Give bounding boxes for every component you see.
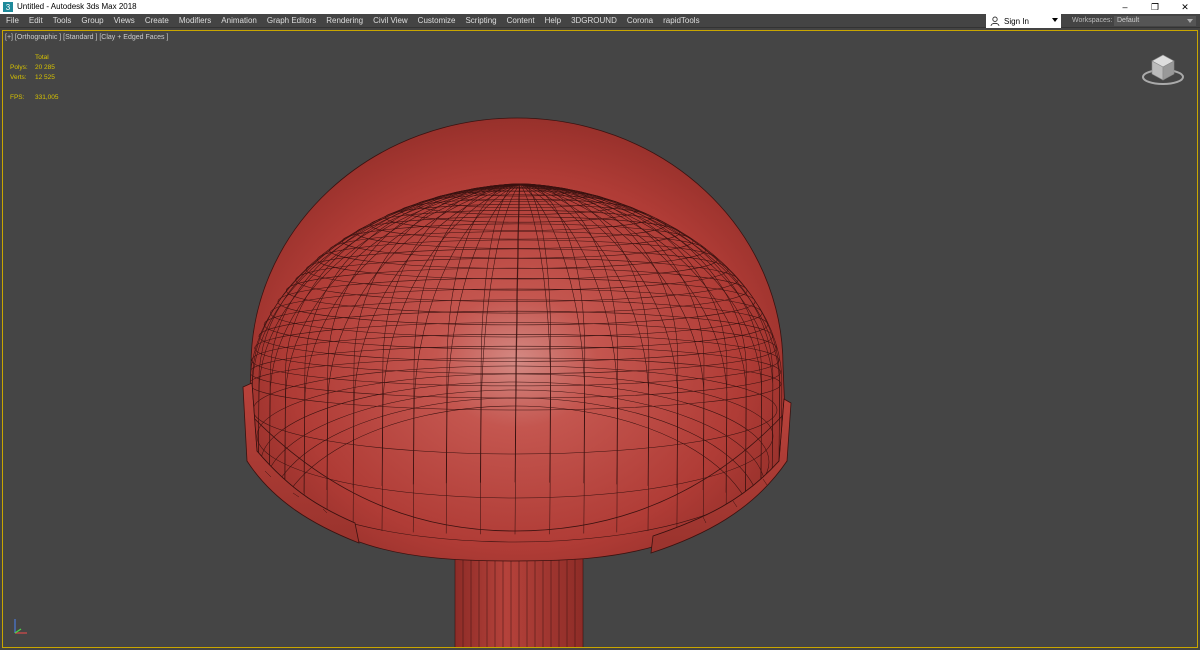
menu-views[interactable]: Views	[109, 14, 140, 28]
sign-in-button[interactable]: Sign In	[986, 14, 1061, 28]
menu-rendering[interactable]: Rendering	[321, 14, 368, 28]
user-icon	[990, 16, 1000, 26]
verts-label: Verts:	[10, 74, 27, 81]
minimize-button[interactable]: –	[1110, 0, 1140, 14]
verts-value: 12 525	[35, 74, 55, 81]
menu-scripting[interactable]: Scripting	[460, 14, 501, 28]
viewport-label[interactable]: [+] [Orthographic ] [Standard ] [Clay + …	[5, 34, 168, 41]
main-menu: File Edit Tools Group Views Create Modif…	[0, 14, 705, 28]
stem-mesh[interactable]	[454, 550, 584, 648]
menu-civil-view[interactable]: Civil View	[368, 14, 413, 28]
workspaces-value: Default	[1117, 17, 1140, 24]
axis-tripod-icon	[14, 619, 27, 634]
menu-content[interactable]: Content	[502, 14, 540, 28]
menu-help[interactable]: Help	[540, 14, 566, 28]
3dsmax-app-icon[interactable]: 3	[3, 2, 13, 12]
workspaces-label: Workspaces:	[1072, 17, 1113, 24]
viewcube-icon[interactable]	[1138, 47, 1188, 92]
window-title: Untitled - Autodesk 3ds Max 2018	[17, 2, 137, 11]
perspective-viewport[interactable]: [+] [Orthographic ] [Standard ] [Clay + …	[2, 30, 1198, 648]
menu-modifiers[interactable]: Modifiers	[174, 14, 216, 28]
menu-create[interactable]: Create	[140, 14, 174, 28]
fps-label: FPS:	[10, 94, 25, 101]
menu-edit[interactable]: Edit	[24, 14, 48, 28]
menu-graph-editors[interactable]: Graph Editors	[262, 14, 321, 28]
svg-text:3: 3	[6, 3, 11, 12]
viewport-statistics: Total Polys: 20 285 Verts: 12 525 FPS: 3…	[10, 53, 59, 103]
polys-label: Polys:	[10, 64, 28, 71]
sign-in-label: Sign In	[1004, 16, 1029, 26]
restore-button[interactable]: ❐	[1140, 0, 1170, 14]
stats-total-header: Total	[35, 54, 49, 61]
menu-tools[interactable]: Tools	[48, 14, 77, 28]
menu-customize[interactable]: Customize	[413, 14, 461, 28]
menu-3dground[interactable]: 3DGROUND	[566, 14, 622, 28]
close-button[interactable]: ✕	[1170, 0, 1200, 14]
menu-group[interactable]: Group	[76, 14, 108, 28]
workspaces-dropdown[interactable]: Default	[1114, 16, 1196, 26]
window-controls: – ❐ ✕	[1110, 0, 1200, 14]
fps-value: 331,005	[35, 94, 59, 101]
title-bar: 3 Untitled - Autodesk 3ds Max 2018 – ❐ ✕	[0, 0, 1200, 14]
chevron-down-icon	[1187, 19, 1193, 23]
menu-animation[interactable]: Animation	[216, 14, 262, 28]
viewport-scene[interactable]	[3, 31, 1198, 648]
chevron-down-icon	[1052, 18, 1058, 22]
polys-value: 20 285	[35, 64, 55, 71]
menu-rapidtools[interactable]: rapidTools	[658, 14, 704, 28]
menu-corona[interactable]: Corona	[622, 14, 658, 28]
menu-file[interactable]: File	[0, 14, 24, 28]
